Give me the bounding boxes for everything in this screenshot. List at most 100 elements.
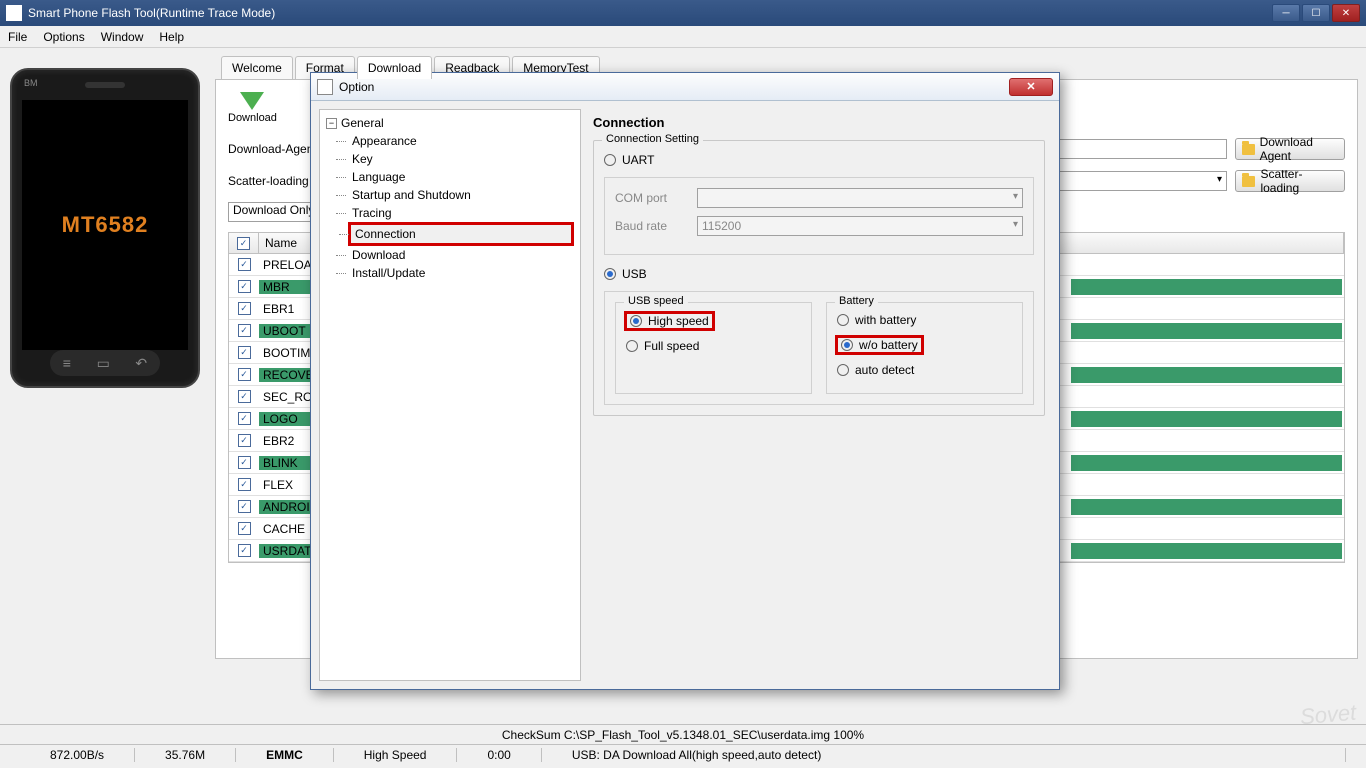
- connection-setting-group: Connection Setting UART COM port Baud ra…: [593, 140, 1045, 416]
- usb-radio[interactable]: [604, 268, 616, 280]
- row-checkbox[interactable]: ✓: [229, 478, 259, 491]
- row-checkbox[interactable]: ✓: [229, 346, 259, 359]
- download-agent-browse-label: Download Agent: [1260, 135, 1338, 163]
- menu-options[interactable]: Options: [43, 30, 84, 44]
- battery-group: Battery with battery w/o battery: [826, 302, 1023, 394]
- menu-file[interactable]: File: [8, 30, 27, 44]
- progress-cell: [1069, 301, 1344, 317]
- high-speed-radio[interactable]: [630, 315, 642, 327]
- with-battery-label: with battery: [855, 313, 916, 327]
- high-speed-label: High speed: [648, 314, 709, 328]
- download-button-label: Download: [228, 112, 277, 124]
- row-checkbox[interactable]: ✓: [229, 500, 259, 513]
- download-button[interactable]: Download: [228, 92, 277, 124]
- menu-window[interactable]: Window: [101, 30, 144, 44]
- status-total: 35.76M: [135, 748, 236, 762]
- row-checkbox[interactable]: ✓: [229, 368, 259, 381]
- wo-battery-row[interactable]: w/o battery: [837, 337, 1012, 353]
- progress-bar: [1071, 279, 1342, 295]
- progress-cell: [1069, 367, 1344, 383]
- connection-settings-panel: Connection Connection Setting UART COM p…: [589, 101, 1059, 689]
- app-icon: [6, 5, 22, 21]
- minimize-button[interactable]: ─: [1272, 4, 1300, 22]
- with-battery-radio[interactable]: [837, 314, 849, 326]
- with-battery-row[interactable]: with battery: [837, 313, 1012, 327]
- full-speed-row[interactable]: Full speed: [626, 339, 801, 353]
- progress-bar: [1071, 433, 1342, 449]
- download-agent-browse-button[interactable]: Download Agent: [1235, 138, 1345, 160]
- row-checkbox[interactable]: ✓: [229, 434, 259, 447]
- checksum-text: CheckSum C:\SP_Flash_Tool_v5.1348.01_SEC…: [502, 728, 864, 742]
- home-icon: ▭: [97, 355, 110, 372]
- maximize-button[interactable]: ☐: [1302, 4, 1330, 22]
- tree-item-appearance[interactable]: Appearance: [348, 132, 574, 150]
- dialog-close-button[interactable]: ✕: [1009, 78, 1053, 96]
- auto-detect-row[interactable]: auto detect: [837, 363, 1012, 377]
- auto-detect-label: auto detect: [855, 363, 914, 377]
- folder-icon: [1242, 176, 1255, 187]
- scatter-loading-browse-button[interactable]: Scatter-loading: [1235, 170, 1345, 192]
- high-speed-row[interactable]: High speed: [626, 313, 801, 329]
- close-button[interactable]: ✕: [1332, 4, 1360, 22]
- menu-help[interactable]: Help: [159, 30, 184, 44]
- row-checkbox[interactable]: ✓: [229, 390, 259, 403]
- menu-icon: ≡: [63, 355, 71, 371]
- download-arrow-icon: [240, 92, 264, 110]
- row-checkbox[interactable]: ✓: [229, 522, 259, 535]
- dialog-title: Option: [339, 80, 1009, 94]
- row-checkbox[interactable]: ✓: [229, 324, 259, 337]
- download-mode-value: Download Only: [229, 203, 314, 217]
- tab-welcome[interactable]: Welcome: [221, 56, 293, 79]
- phone-preview-panel: BM MT6582 ≡ ▭ ↶: [0, 48, 215, 742]
- tree-item-install[interactable]: Install/Update: [348, 264, 574, 282]
- progress-cell: [1069, 477, 1344, 493]
- status-time: 0:00: [457, 748, 541, 762]
- baud-rate-value: 115200: [702, 219, 741, 233]
- progress-bar: [1071, 389, 1342, 405]
- row-checkbox[interactable]: ✓: [229, 412, 259, 425]
- wo-battery-radio[interactable]: [841, 339, 853, 351]
- uart-radio[interactable]: [604, 154, 616, 166]
- wo-battery-label: w/o battery: [859, 338, 918, 352]
- panel-title: Connection: [593, 115, 1045, 130]
- connection-setting-legend: Connection Setting: [602, 133, 703, 145]
- settings-tree: − General Appearance Key Language Startu…: [319, 109, 581, 681]
- progress-bar: [1071, 455, 1342, 471]
- phone-nav-bar: ≡ ▭ ↶: [50, 350, 160, 376]
- tree-item-startup[interactable]: Startup and Shutdown: [348, 186, 574, 204]
- row-checkbox[interactable]: ✓: [229, 456, 259, 469]
- row-checkbox[interactable]: ✓: [229, 302, 259, 315]
- progress-cell: [1069, 521, 1344, 537]
- progress-cell: [1069, 499, 1344, 515]
- com-port-select[interactable]: [697, 188, 1023, 208]
- tree-root-general[interactable]: − General: [326, 116, 574, 130]
- full-speed-label: Full speed: [644, 339, 699, 353]
- collapse-icon[interactable]: −: [326, 118, 337, 129]
- status-mode: USB: DA Download All(high speed,auto det…: [542, 748, 1346, 762]
- uart-label: UART: [622, 153, 654, 167]
- tree-item-connection[interactable]: Connection: [348, 222, 574, 246]
- uart-subgroup: COM port Baud rate 115200: [604, 177, 1034, 255]
- baud-rate-select[interactable]: 115200: [697, 216, 1023, 236]
- window-title: Smart Phone Flash Tool(Runtime Trace Mod…: [28, 6, 1272, 20]
- progress-bar: [1071, 411, 1342, 427]
- full-speed-radio[interactable]: [626, 340, 638, 352]
- row-checkbox[interactable]: ✓: [229, 544, 259, 557]
- tab-download[interactable]: Download: [357, 56, 432, 79]
- uart-radio-row[interactable]: UART: [604, 153, 1034, 167]
- tree-item-key[interactable]: Key: [348, 150, 574, 168]
- row-checkbox[interactable]: ✓: [229, 280, 259, 293]
- auto-detect-radio[interactable]: [837, 364, 849, 376]
- tree-item-tracing[interactable]: Tracing: [348, 204, 574, 222]
- progress-cell: [1069, 433, 1344, 449]
- status-usb-speed: High Speed: [334, 748, 458, 762]
- usb-radio-row[interactable]: USB: [604, 267, 1034, 281]
- phone-bm-label: BM: [24, 78, 38, 88]
- header-checkbox[interactable]: ✓: [229, 233, 259, 253]
- progress-cell: [1069, 279, 1344, 295]
- status-speed: 872.00B/s: [20, 748, 135, 762]
- com-port-label: COM port: [615, 191, 685, 205]
- tree-item-download[interactable]: Download: [348, 246, 574, 264]
- tree-item-language[interactable]: Language: [348, 168, 574, 186]
- row-checkbox[interactable]: ✓: [229, 258, 259, 271]
